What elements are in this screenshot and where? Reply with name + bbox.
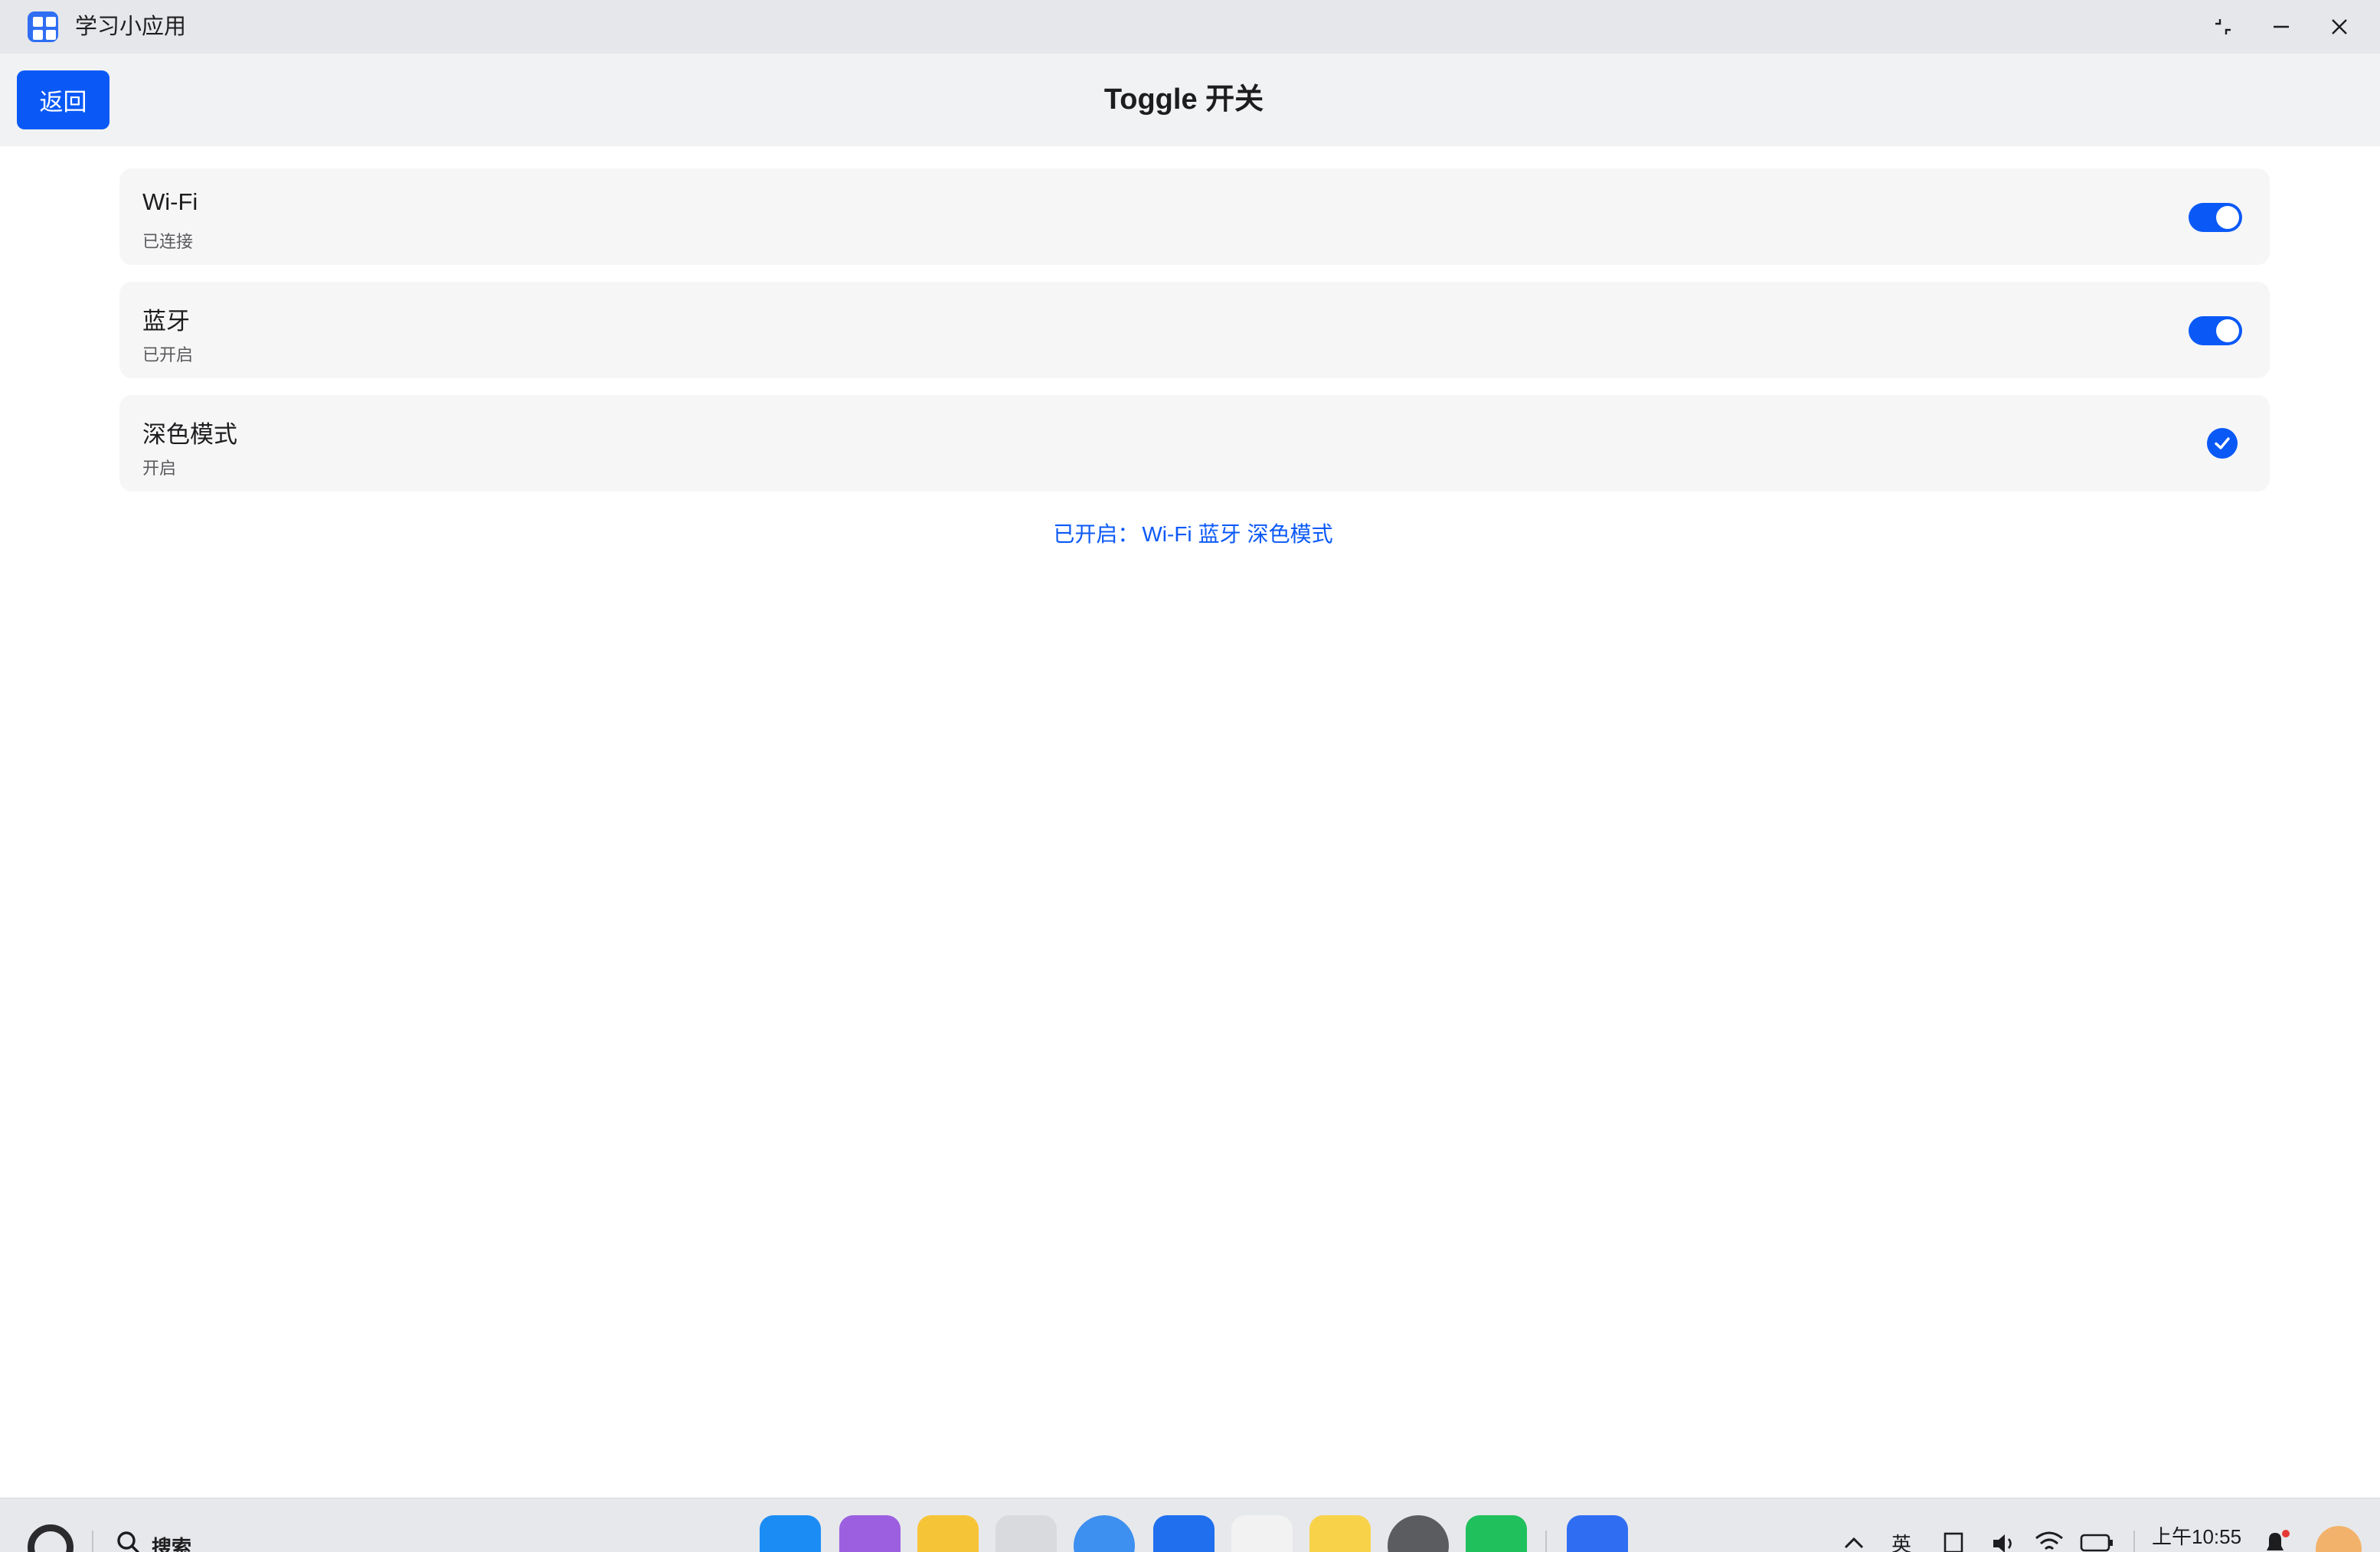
wifi-status: 已连接 (142, 232, 194, 251)
settings-row-dark-mode: 深色模式 开启 (119, 395, 2270, 492)
trash-dock-icon[interactable] (995, 1515, 1057, 1552)
bluetooth-toggle[interactable] (2189, 316, 2242, 345)
summary-item: 蓝牙 (1198, 522, 1241, 546)
wifi-toggle[interactable] (2189, 203, 2242, 232)
files-dock-icon[interactable] (917, 1515, 979, 1552)
summary-item: Wi-Fi (1142, 522, 1192, 546)
window-titlebar: 学习小应用 (0, 0, 2380, 54)
wifi-icon[interactable] (2034, 1531, 2065, 1552)
summary-item: 深色模式 (1247, 522, 1333, 546)
app-grid-dock-icon[interactable] (760, 1515, 821, 1552)
taskbar-divider (92, 1531, 93, 1552)
notification-bell-icon[interactable] (2261, 1529, 2291, 1552)
battery-icon[interactable] (2080, 1532, 2114, 1552)
taskbar-divider (1545, 1531, 1547, 1552)
checkmark-icon (2215, 437, 2230, 449)
clock-time[interactable]: 上午10:55 (2152, 1521, 2241, 1550)
search-icon[interactable] (115, 1529, 141, 1552)
toggle-knob (2216, 206, 2239, 229)
minimize-icon (2274, 25, 2289, 28)
wifi-label: Wi-Fi (142, 188, 198, 215)
photos-dock-icon[interactable] (1231, 1515, 1293, 1552)
back-button[interactable]: 返回 (17, 70, 110, 129)
taskbar-divider (2133, 1531, 2135, 1552)
restore-window-button[interactable] (2200, 8, 2246, 46)
start-button[interactable] (28, 1524, 74, 1552)
wechat-dock-icon[interactable] (1466, 1515, 1527, 1552)
search-label[interactable]: 搜索 (152, 1532, 191, 1552)
chevron-up-icon[interactable] (1842, 1535, 1865, 1550)
dark-mode-label: 深色模式 (142, 421, 237, 448)
browser-dock-icon[interactable] (1074, 1515, 1135, 1552)
window-title: 学习小应用 (75, 15, 187, 39)
enabled-summary: 已开启： Wi-Fi 蓝牙 深色模式 (0, 518, 2380, 548)
volume-icon[interactable] (1991, 1532, 2019, 1552)
mail-dock-icon[interactable] (1153, 1515, 1215, 1552)
settings-row-wifi: Wi-Fi 已连接 (119, 168, 2270, 265)
close-window-button[interactable] (2316, 8, 2362, 46)
avatar[interactable] (2316, 1526, 2362, 1552)
study-app-dock-icon[interactable] (1567, 1515, 1628, 1552)
clipboard-icon[interactable] (1940, 1531, 1966, 1552)
memo-dock-icon[interactable] (1309, 1515, 1371, 1552)
settings-dock-icon[interactable] (1388, 1515, 1449, 1552)
app-grid-icon (28, 11, 58, 42)
ime-indicator[interactable]: 英 (1891, 1529, 1911, 1552)
bluetooth-label: 蓝牙 (142, 308, 190, 335)
taskbar: 搜索 英 上午10:55 (0, 1498, 2380, 1552)
page-header: Toggle 开关 返回 (0, 54, 2380, 146)
restore-icon (2215, 19, 2231, 34)
toggle-knob (2216, 319, 2239, 342)
page-title: Toggle 开关 (1103, 83, 1264, 116)
close-icon (2332, 19, 2347, 34)
settings-row-bluetooth: 蓝牙 已开启 (119, 282, 2270, 378)
dark-mode-status: 开启 (142, 459, 177, 478)
notes-dock-icon[interactable] (839, 1515, 901, 1552)
summary-prefix: 已开启： (1053, 522, 1139, 546)
bluetooth-status: 已开启 (142, 345, 194, 364)
minimize-window-button[interactable] (2258, 8, 2304, 46)
dark-mode-checkbox[interactable] (2207, 428, 2238, 459)
